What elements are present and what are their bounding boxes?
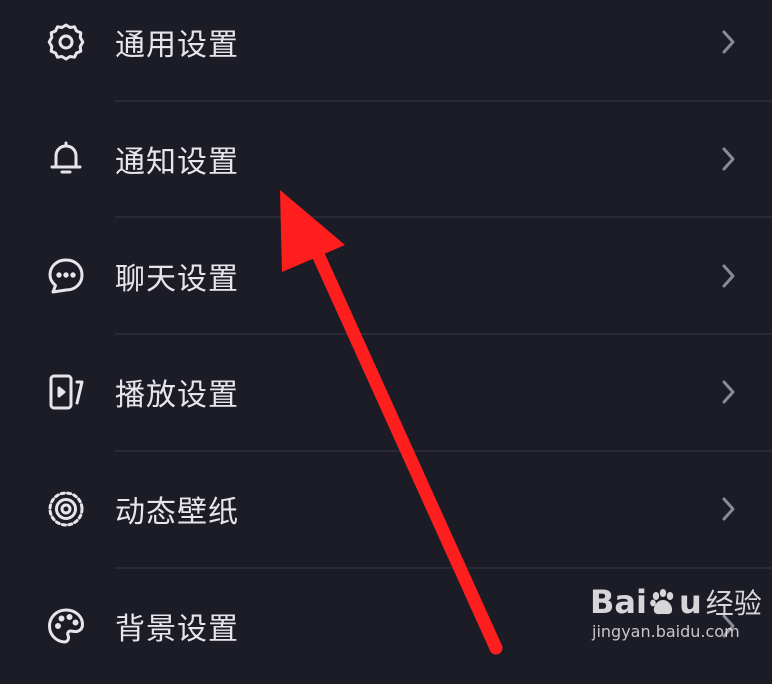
palette-icon (44, 604, 88, 648)
settings-item-notifications[interactable]: 通知设置 (0, 101, 772, 217)
settings-item-label: 通知设置 (115, 145, 239, 180)
settings-item-general[interactable]: 通用设置 (0, 0, 772, 100)
settings-item-label: 聊天设置 (115, 262, 239, 297)
settings-item-label: 背景设置 (115, 612, 239, 647)
chevron-right-icon (716, 28, 740, 56)
settings-item-label: 通用设置 (115, 28, 239, 63)
chevron-right-icon (716, 495, 740, 523)
settings-list: 通用设置 通知设置 聊天设置 播放设置 动态壁纸 背景设置 (0, 0, 772, 666)
live-wallpaper-icon (44, 487, 88, 531)
settings-item-background[interactable]: 背景设置 (0, 568, 772, 684)
settings-item-chat[interactable]: 聊天设置 (0, 218, 772, 334)
chevron-right-icon (716, 612, 740, 640)
settings-item-playback[interactable]: 播放设置 (0, 334, 772, 450)
chevron-right-icon (716, 262, 740, 290)
bell-icon (44, 137, 88, 181)
chevron-right-icon (716, 378, 740, 406)
gear-icon (44, 20, 88, 64)
settings-item-live-wallpaper[interactable]: 动态壁纸 (0, 451, 772, 567)
playback-icon (44, 370, 88, 414)
settings-item-label: 播放设置 (115, 378, 239, 413)
settings-item-label: 动态壁纸 (115, 495, 239, 530)
chevron-right-icon (716, 145, 740, 173)
chat-bubble-icon (44, 254, 88, 298)
